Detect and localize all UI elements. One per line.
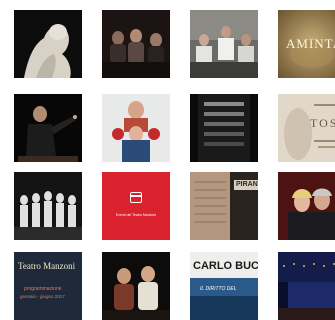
poster-title: PIRAN — [236, 181, 258, 188]
gallery-tile-sculpture[interactable] — [14, 10, 82, 78]
conductor-photo — [14, 94, 82, 162]
duo-performers-photo — [102, 252, 170, 320]
gallery-tile-conductor[interactable] — [14, 94, 82, 162]
gallery-tile-carlo-buccirosso[interactable]: CARLO BUC IL DIRITTO DEL — [190, 252, 258, 320]
event-caption: Eventi del Teatro Manzoni — [115, 213, 157, 217]
poster-title: CARLO BUC — [193, 260, 258, 272]
gallery-tile-boxing-performers[interactable] — [102, 94, 170, 162]
actors-couple-photo — [278, 172, 335, 240]
poster-subtitle: programmazione — [24, 286, 62, 292]
poster-title: TOSCA — [310, 116, 335, 130]
gallery-tile-theatre-hall[interactable] — [278, 252, 335, 320]
poster-title: Teatro Manzoni — [18, 261, 76, 271]
gallery-tile-press-conference[interactable] — [190, 10, 258, 78]
photo-gallery-grid: AMINTA — [0, 0, 335, 320]
gallery-tile-events[interactable]: Eventi del Teatro Manzoni — [102, 172, 170, 240]
poster-title: AMINTA — [286, 36, 335, 51]
gallery-tile-aminta-poster[interactable]: AMINTA — [278, 10, 335, 78]
calendar-icon — [130, 192, 142, 203]
poster-dates: gennaio - giugno 2017 — [20, 294, 65, 299]
gallery-tile-actors-couple[interactable] — [278, 172, 335, 240]
gallery-tile-manzoni-program[interactable]: Teatro Manzoni programmazione gennaio - … — [14, 252, 82, 320]
boxing-performers-photo — [102, 94, 170, 162]
gallery-tile-duo-performers[interactable] — [102, 252, 170, 320]
gallery-tile-tosca-poster[interactable]: TOSCA — [278, 94, 335, 162]
gallery-tile-rehearsal[interactable] — [102, 10, 170, 78]
gallery-tile-stormtroopers[interactable] — [14, 172, 82, 240]
press-conference-photo — [190, 10, 258, 78]
stage-set-photo — [190, 94, 258, 162]
poster-subtitle: IL DIRITTO DEL — [200, 286, 237, 292]
stormtroopers-photo — [14, 172, 82, 240]
rehearsal-photo — [102, 10, 170, 78]
sculpture-photo — [14, 10, 82, 78]
gallery-tile-stage-set[interactable] — [190, 94, 258, 162]
gallery-tile-pirandello[interactable]: PIRAN — [190, 172, 258, 240]
theatre-hall-photo — [278, 252, 335, 320]
